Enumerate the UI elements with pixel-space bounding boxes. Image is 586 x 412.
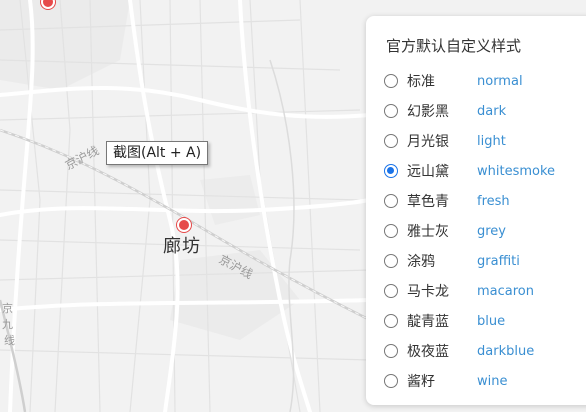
style-option-en-label: light <box>477 133 506 149</box>
radio-button[interactable] <box>384 134 398 148</box>
style-option-cn-label: 幻影黑 <box>407 104 449 120</box>
style-option-darkblue[interactable]: 极夜蓝 darkblue <box>384 339 586 363</box>
style-option-en-label: whitesmoke <box>477 163 556 179</box>
map-style-panel: 官方默认自定义样式 标准 normal 幻影黑 dark 月光银 light 远山黛 whit… <box>366 16 586 405</box>
style-option-cn-label: 雅士灰 <box>407 224 449 240</box>
style-option-macaron[interactable]: 马卡龙 macaron <box>384 279 586 303</box>
radio-button[interactable] <box>384 344 398 358</box>
poi-marker-langfang[interactable] <box>177 218 191 232</box>
style-option-light[interactable]: 月光银 light <box>384 129 586 153</box>
panel-title: 官方默认自定义样式 <box>386 37 522 55</box>
road-label: 京 <box>2 301 13 315</box>
style-option-en-label: darkblue <box>477 343 535 359</box>
style-option-en-label: normal <box>477 73 523 89</box>
style-option-en-label: grey <box>477 223 507 239</box>
style-option-graffiti[interactable]: 涂鸦 graffiti <box>384 249 586 273</box>
radio-button[interactable] <box>384 284 398 298</box>
radio-button[interactable] <box>384 314 398 328</box>
style-option-en-label: dark <box>477 103 507 119</box>
radio-button[interactable] <box>384 74 398 88</box>
radio-button[interactable] <box>384 164 398 178</box>
style-option-cn-label: 涂鸦 <box>407 254 435 270</box>
radio-button[interactable] <box>384 374 398 388</box>
style-option-cn-label: 靛青蓝 <box>407 314 449 330</box>
style-option-cn-label: 马卡龙 <box>407 284 449 300</box>
style-option-cn-label: 草色青 <box>407 194 449 210</box>
road-label: 九 <box>2 318 13 331</box>
radio-button[interactable] <box>384 224 398 238</box>
style-option-en-label: blue <box>477 313 506 329</box>
style-option-en-label: fresh <box>477 193 510 209</box>
style-option-wine[interactable]: 酱籽 wine <box>384 369 586 393</box>
style-option-cn-label: 酱籽 <box>407 374 435 390</box>
style-option-grey[interactable]: 雅士灰 grey <box>384 219 586 243</box>
style-option-whitesmoke[interactable]: 远山黛 whitesmoke <box>384 159 586 183</box>
radio-button[interactable] <box>384 254 398 268</box>
road-label: 线 <box>4 333 15 347</box>
style-option-en-label: graffiti <box>477 253 520 269</box>
style-option-en-label: macaron <box>477 283 534 299</box>
screenshot-tooltip: 截图(Alt + A) <box>106 141 209 165</box>
style-option-cn-label: 远山黛 <box>407 164 449 180</box>
style-option-cn-label: 标准 <box>407 74 435 90</box>
style-option-cn-label: 月光银 <box>407 134 449 150</box>
style-option-blue[interactable]: 靛青蓝 blue <box>384 309 586 333</box>
style-option-dark[interactable]: 幻影黑 dark <box>384 99 586 123</box>
radio-button[interactable] <box>384 194 398 208</box>
style-option-normal[interactable]: 标准 normal <box>384 69 586 93</box>
style-option-en-label: wine <box>477 373 508 389</box>
style-option-fresh[interactable]: 草色青 fresh <box>384 189 586 213</box>
radio-button[interactable] <box>384 104 398 118</box>
style-option-cn-label: 极夜蓝 <box>407 344 449 360</box>
city-label: 廊坊 <box>163 236 201 257</box>
